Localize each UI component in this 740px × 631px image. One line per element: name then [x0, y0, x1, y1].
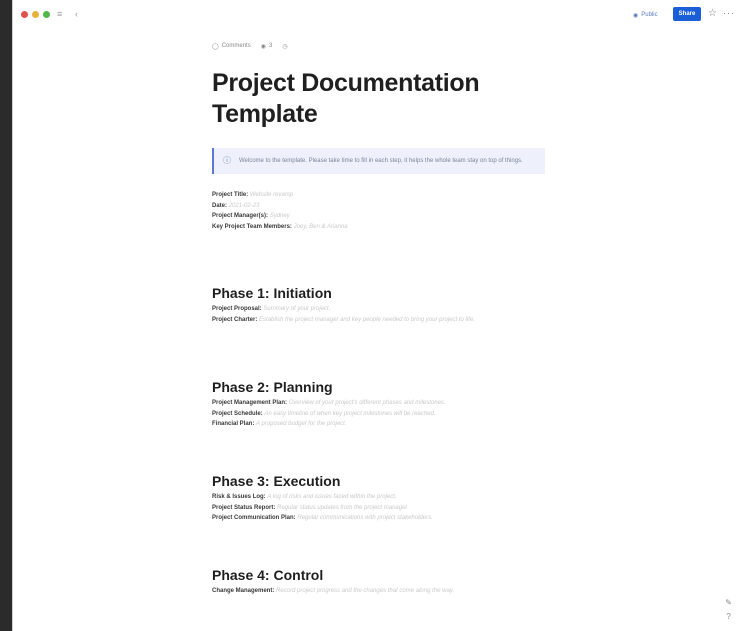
page-title-line-1: Project Documentation	[212, 69, 480, 97]
item-label: Project Proposal:	[212, 306, 262, 312]
item-label: Project Management Plan:	[212, 400, 288, 406]
field-label: Project Title:	[212, 192, 249, 198]
item-label: Project Charter:	[212, 316, 258, 323]
globe-icon: ◉	[633, 12, 639, 19]
field-value: 2021-02-23	[228, 202, 260, 209]
field-row[interactable]: Project Manager(s): Sydney	[212, 211, 552, 222]
item-label: Project Communication Plan:	[212, 515, 296, 521]
item-value: Record project progress and the changes …	[276, 588, 455, 594]
item-value: An easy timeline of when key project mil…	[264, 410, 436, 417]
document-body: ◯ Comments ◉ 3 ◷ Project Documentation T…	[212, 40, 552, 594]
comments-button[interactable]: ◯ Comments	[212, 43, 251, 50]
phase-item[interactable]: Project Schedule: An easy timeline of wh…	[212, 409, 552, 420]
item-value: A proposed budget for the project.	[256, 421, 347, 427]
phase-4-heading[interactable]: Phase 4: Control	[212, 566, 552, 584]
project-fields: Project Title: Website revamp Date: 2021…	[212, 190, 552, 232]
callout-text: Welcome to the template. Please take tim…	[239, 158, 523, 164]
public-label: Public	[641, 12, 658, 18]
phase-item[interactable]: Project Status Report: Regular status up…	[212, 503, 552, 514]
field-value: Website revamp	[249, 192, 294, 198]
field-row[interactable]: Project Title: Website revamp	[212, 190, 552, 201]
item-value: Overview of your project's different pha…	[288, 400, 446, 406]
item-value: Regular communications with project stak…	[297, 515, 433, 521]
page-title-line-2: Template	[212, 100, 318, 128]
history-icon[interactable]: ◷	[282, 43, 287, 50]
info-icon: ⓘ	[223, 156, 231, 165]
info-callout[interactable]: ⓘ Welcome to the template. Please take t…	[212, 148, 545, 174]
comments-label: Comments	[221, 43, 251, 49]
maximize-window-button[interactable]	[43, 11, 50, 18]
item-value: A log of risks and issues faced within t…	[267, 494, 397, 500]
field-label: Project Manager(s):	[212, 213, 269, 219]
phase-item[interactable]: Financial Plan: A proposed budget for th…	[212, 419, 552, 430]
top-toolbar: ≡ ‹ ◉ Public Share ☆ ···	[13, 0, 740, 30]
field-label: Key Project Team Members:	[212, 223, 292, 230]
public-button[interactable]: ◉ Public	[633, 9, 658, 21]
item-label: Financial Plan:	[212, 421, 255, 427]
field-row[interactable]: Date: 2021-02-23	[212, 201, 552, 212]
more-options-icon[interactable]: ···	[723, 8, 735, 18]
document-window: ≡ ‹ ◉ Public Share ☆ ··· ◯ Comments ◉ 3 …	[12, 0, 740, 631]
field-value: Sydney	[269, 213, 290, 219]
item-value: Summary of your project.	[263, 306, 331, 312]
item-label: Project Status Report:	[212, 504, 276, 511]
item-label: Risk & Issues Log:	[212, 494, 266, 500]
phase-3-section: Phase 3: Execution Risk & Issues Log: A …	[212, 472, 552, 524]
item-value: Regular status updates from the project …	[277, 504, 409, 511]
help-button[interactable]: ?	[725, 610, 732, 624]
phase-4-section: Phase 4: Control Change Management: Reco…	[212, 566, 552, 597]
sidebar-toggle-icon[interactable]: ≡	[57, 9, 62, 19]
share-button[interactable]: Share	[673, 7, 701, 21]
phase-item[interactable]: Project Proposal: Summary of your projec…	[212, 304, 552, 315]
phase-item[interactable]: Project Charter: Establish the project m…	[212, 315, 552, 326]
field-row[interactable]: Key Project Team Members: Joey, Ben & Ar…	[212, 222, 552, 233]
item-label: Project Schedule:	[212, 410, 263, 417]
star-icon[interactable]: ☆	[708, 8, 717, 19]
item-label: Change Management:	[212, 588, 275, 594]
phase-2-section: Phase 2: Planning Project Management Pla…	[212, 378, 552, 430]
pen-icon[interactable]: ✎	[725, 596, 732, 610]
eye-icon: ◉	[260, 43, 266, 50]
phase-item[interactable]: Project Management Plan: Overview of you…	[212, 398, 552, 409]
page-title[interactable]: Project Documentation Template	[212, 68, 552, 130]
phase-item[interactable]: Risk & Issues Log: A log of risks and is…	[212, 492, 552, 503]
right-rail: ✎ ?	[725, 596, 732, 624]
views-indicator[interactable]: ◉ 3	[261, 43, 273, 50]
views-count: 3	[268, 43, 273, 49]
phase-1-heading[interactable]: Phase 1: Initiation	[212, 284, 552, 302]
phase-item[interactable]: Change Management: Record project progre…	[212, 586, 552, 597]
field-value: Joey, Ben & Arianna	[293, 223, 348, 230]
comment-icon: ◯	[212, 43, 219, 50]
back-arrow-icon[interactable]: ‹	[75, 9, 78, 19]
item-value: Establish the project manager and key pe…	[259, 316, 475, 323]
phase-1-section: Phase 1: Initiation Project Proposal: Su…	[212, 284, 552, 325]
phase-3-heading[interactable]: Phase 3: Execution	[212, 472, 552, 490]
phase-2-heading[interactable]: Phase 2: Planning	[212, 378, 552, 396]
window-controls	[21, 11, 50, 18]
field-label: Date:	[212, 202, 228, 209]
document-meta-bar: ◯ Comments ◉ 3 ◷	[212, 40, 552, 52]
phase-item[interactable]: Project Communication Plan: Regular comm…	[212, 513, 552, 524]
close-window-button[interactable]	[21, 11, 28, 18]
minimize-window-button[interactable]	[32, 11, 39, 18]
